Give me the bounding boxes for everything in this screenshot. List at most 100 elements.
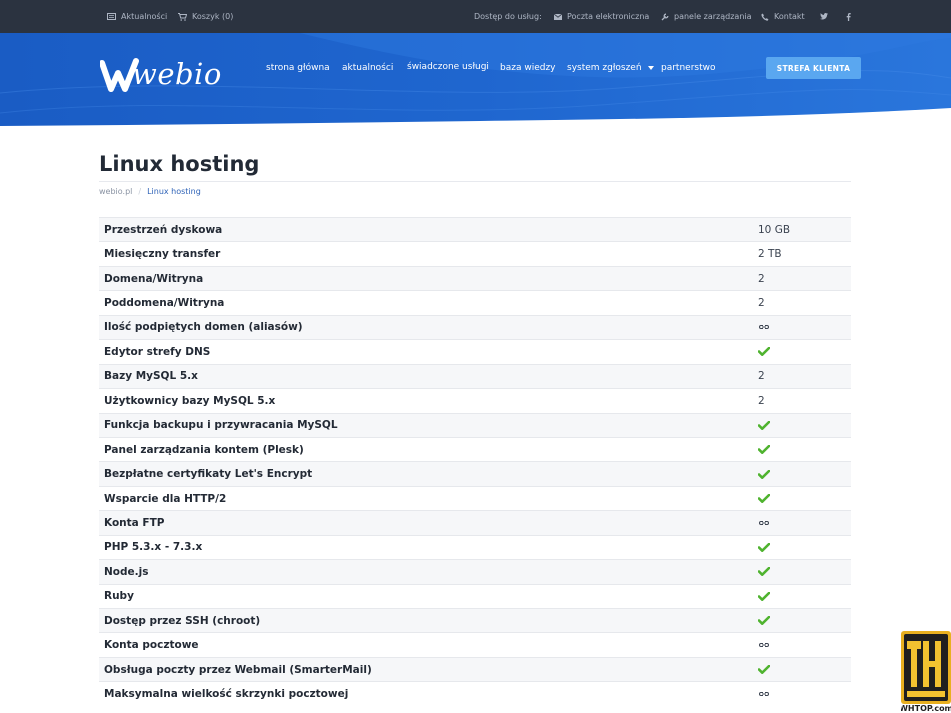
breadcrumb: webio.pl / Linux hosting	[99, 187, 201, 196]
title-divider	[99, 181, 851, 182]
spec-label: Obsługa poczty przez Webmail (SmarterMai…	[99, 656, 758, 682]
breadcrumb-current[interactable]: Linux hosting	[147, 187, 201, 196]
whtop-watermark: WHTOP.com	[899, 631, 951, 713]
spec-row: Funkcja backupu i przywracania MySQL	[99, 412, 851, 438]
nav-news[interactable]: aktualności	[342, 63, 393, 73]
spec-row: Poddomena/Witryna 2	[99, 290, 851, 316]
spec-value: 2 TB	[758, 241, 851, 267]
spec-row: Konta FTP	[99, 510, 851, 536]
check-icon	[758, 656, 851, 682]
spec-label: Bezpłatne certyfikaty Let's Encrypt	[99, 461, 758, 487]
top-news-label: Aktualności	[121, 12, 168, 21]
spec-label: Panel zarządzania kontem (Plesk)	[99, 436, 758, 462]
cart-icon	[178, 12, 187, 21]
check-icon	[758, 583, 851, 609]
spec-label: Ilość podpiętych domen (aliasów)	[99, 314, 758, 340]
spec-label: Użytkownicy bazy MySQL 5.x	[99, 388, 758, 413]
spec-label: Funkcja backupu i przywracania MySQL	[99, 412, 758, 438]
top-cart-label: Koszyk (0)	[192, 12, 234, 21]
spec-label: Przestrzeń dyskowa	[99, 216, 758, 242]
whtop-logo-icon: WHTOP.com	[899, 631, 951, 713]
check-icon	[758, 436, 851, 462]
spec-row: Maksymalna wielkość skrzynki pocztowej	[99, 681, 851, 707]
infinity-icon	[758, 510, 851, 536]
spec-label: Wsparcie dla HTTP/2	[99, 485, 758, 511]
nav-services[interactable]: świadczone usługi	[407, 62, 489, 72]
check-icon	[758, 534, 851, 560]
breadcrumb-separator: /	[138, 187, 142, 196]
phone-icon	[761, 13, 769, 21]
twitter-icon[interactable]	[820, 0, 828, 33]
spec-row: Obsługa poczty przez Webmail (SmarterMai…	[99, 656, 851, 682]
top-panels-label: panele zarządzania	[674, 12, 752, 21]
access-text: Dostęp do usług:	[474, 12, 542, 21]
facebook-icon[interactable]	[846, 0, 851, 33]
spec-row: Node.js	[99, 559, 851, 585]
nav-partnership[interactable]: partnerstwo	[661, 63, 715, 73]
client-zone-button[interactable]: STREFA KLIENTA	[766, 57, 861, 79]
spec-value: 10 GB	[758, 216, 851, 242]
top-email-label: Poczta elektroniczna	[567, 12, 650, 21]
spec-value: 2	[758, 265, 851, 291]
nav-knowledge-base[interactable]: baza wiedzy	[500, 63, 556, 73]
top-cart-link[interactable]: Koszyk (0)	[178, 0, 233, 33]
spec-row: Dostęp przez SSH (chroot)	[99, 607, 851, 633]
check-icon	[758, 559, 851, 585]
spec-row: Domena/Witryna 2	[99, 265, 851, 291]
nav-tickets-label: system zgłoszeń	[567, 63, 642, 73]
spec-row: Miesięczny transfer 2 TB	[99, 241, 851, 267]
spec-label: Dostęp przez SSH (chroot)	[99, 607, 758, 633]
nav-home[interactable]: strona główna	[266, 63, 330, 73]
check-icon	[758, 607, 851, 633]
spec-value: 2	[758, 290, 851, 316]
spec-value: 2	[758, 363, 851, 389]
site-header: webio strona główna aktualności świadczo…	[0, 33, 951, 127]
spec-label: PHP 5.3.x - 7.3.x	[99, 534, 758, 560]
newspaper-icon	[107, 13, 116, 20]
spec-row: Przestrzeń dyskowa 10 GB	[99, 216, 851, 242]
spec-label: Poddomena/Witryna	[99, 290, 758, 316]
whtop-label: WHTOP.com	[901, 704, 951, 713]
top-contact-label: Kontakt	[774, 12, 805, 21]
spec-label: Konta FTP	[99, 510, 758, 536]
spec-row: Bazy MySQL 5.x 2	[99, 363, 851, 389]
infinity-icon	[758, 681, 851, 707]
top-contact-link[interactable]: Kontakt	[761, 0, 805, 33]
spec-row: Panel zarządzania kontem (Plesk)	[99, 436, 851, 462]
infinity-icon	[758, 314, 851, 340]
spec-row: PHP 5.3.x - 7.3.x	[99, 534, 851, 560]
breadcrumb-home[interactable]: webio.pl	[99, 187, 132, 196]
top-panels-link[interactable]: panele zarządzania	[661, 0, 752, 33]
logo-text: webio	[132, 57, 222, 91]
spec-value: 2	[758, 388, 851, 413]
spec-label: Maksymalna wielkość skrzynki pocztowej	[99, 681, 758, 707]
spec-label: Bazy MySQL 5.x	[99, 363, 758, 389]
check-icon	[758, 339, 851, 365]
check-icon	[758, 412, 851, 438]
spec-label: Ruby	[99, 583, 758, 609]
top-access-label: Dostęp do usług:	[474, 0, 542, 33]
spec-row: Użytkownicy bazy MySQL 5.x 2	[99, 388, 851, 413]
envelope-icon	[554, 13, 562, 20]
wrench-icon	[661, 13, 669, 21]
infinity-icon	[758, 632, 851, 658]
caret-down-icon	[647, 63, 654, 73]
spec-label: Miesięczny transfer	[99, 241, 758, 267]
specs-table: Przestrzeń dyskowa 10 GB Miesięczny transf…	[99, 216, 851, 707]
spec-label: Domena/Witryna	[99, 265, 758, 291]
check-icon	[758, 461, 851, 487]
spec-row: Ruby	[99, 583, 851, 609]
spec-row: Edytor strefy DNS	[99, 339, 851, 365]
top-bar: Aktualności Koszyk (0) Dostęp do usług: …	[0, 0, 951, 33]
check-icon	[758, 485, 851, 511]
spec-label: Konta pocztowe	[99, 632, 758, 658]
spec-row: Bezpłatne certyfikaty Let's Encrypt	[99, 461, 851, 487]
top-news-link[interactable]: Aktualności	[107, 0, 167, 33]
spec-label: Edytor strefy DNS	[99, 339, 758, 365]
spec-row: Konta pocztowe	[99, 632, 851, 658]
top-email-link[interactable]: Poczta elektroniczna	[554, 0, 649, 33]
nav-tickets[interactable]: system zgłoszeń	[567, 63, 654, 73]
page-title: Linux hosting	[99, 152, 260, 176]
spec-row: Wsparcie dla HTTP/2	[99, 485, 851, 511]
spec-label: Node.js	[99, 559, 758, 585]
